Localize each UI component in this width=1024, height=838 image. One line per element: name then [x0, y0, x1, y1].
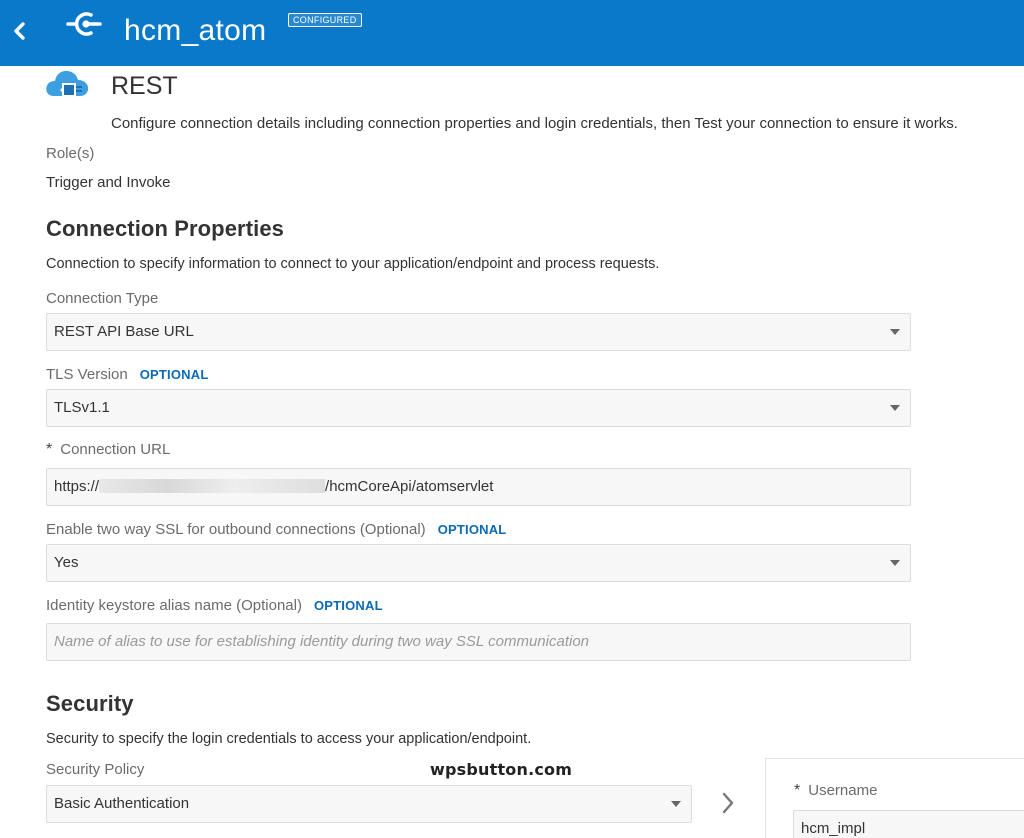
- adapter-description: Configure connection details including c…: [111, 115, 958, 132]
- keystore-alias-input[interactable]: Name of alias to use for establishing id…: [46, 623, 911, 661]
- connection-url-label-text: Connection URL: [60, 441, 171, 458]
- tls-version-label-text: TLS Version: [46, 366, 128, 383]
- connection-type-label: Connection Type: [46, 290, 159, 307]
- cloud-rest-icon: [44, 66, 92, 102]
- connection-type-value: REST API Base URL: [54, 323, 194, 340]
- optional-tag: OPTIONAL: [313, 598, 383, 613]
- connection-properties-description: Connection to specify information to con…: [46, 256, 660, 272]
- dropdown-caret-icon: [671, 801, 681, 807]
- chevron-right-icon[interactable]: [718, 790, 738, 816]
- adapter-name: REST: [111, 72, 178, 100]
- dropdown-caret-icon: [890, 329, 900, 335]
- two-way-ssl-label: Enable two way SSL for outbound connecti…: [46, 521, 506, 538]
- connection-url-input[interactable]: https:// /hcmCoreApi/atomservlet: [46, 468, 911, 506]
- connection-type-select[interactable]: REST API Base URL: [46, 313, 911, 351]
- connection-plug-icon: [66, 8, 106, 40]
- optional-tag: OPTIONAL: [139, 367, 209, 382]
- credentials-panel: * Username hcm_impl: [765, 758, 1024, 838]
- required-asterisk: *: [46, 441, 53, 458]
- tls-version-select[interactable]: TLSv1.1: [46, 389, 911, 427]
- dropdown-caret-icon: [890, 560, 900, 566]
- dropdown-caret-icon: [890, 405, 900, 411]
- two-way-ssl-label-text: Enable two way SSL for outbound connecti…: [46, 521, 426, 538]
- username-label: * Username: [794, 782, 877, 800]
- security-description: Security to specify the login credential…: [46, 731, 532, 747]
- connection-properties-heading: Connection Properties: [46, 216, 285, 241]
- back-chevron-icon[interactable]: [8, 16, 32, 46]
- two-way-ssl-select[interactable]: Yes: [46, 544, 911, 582]
- top-header-bar: hcm_atom CONFIGURED: [0, 0, 1024, 66]
- optional-tag: OPTIONAL: [437, 522, 507, 537]
- watermark-text: wpsbutton.com: [430, 760, 573, 779]
- required-asterisk: *: [794, 782, 801, 799]
- username-input[interactable]: hcm_impl: [793, 810, 1024, 838]
- connection-url-suffix: /hcmCoreApi/atomservlet: [325, 478, 494, 495]
- security-policy-label: Security Policy: [46, 761, 145, 778]
- roles-label: Role(s): [46, 145, 95, 162]
- connection-url-prefix: https://: [54, 478, 100, 495]
- two-way-ssl-value: Yes: [54, 554, 79, 571]
- security-policy-select[interactable]: Basic Authentication: [46, 785, 692, 823]
- keystore-alias-label-text: Identity keystore alias name (Optional): [46, 597, 302, 614]
- security-policy-value: Basic Authentication: [54, 795, 190, 812]
- tls-version-label: TLS Version OPTIONAL: [46, 366, 208, 383]
- security-heading: Security: [46, 691, 134, 716]
- connection-url-label: * Connection URL: [46, 441, 170, 459]
- redacted-host-blur: [99, 478, 326, 493]
- username-label-text: Username: [808, 782, 878, 799]
- roles-value: Trigger and Invoke: [46, 174, 171, 191]
- keystore-alias-label: Identity keystore alias name (Optional) O…: [46, 597, 383, 614]
- status-badge: CONFIGURED: [288, 13, 362, 27]
- tls-version-value: TLSv1.1: [54, 399, 110, 416]
- connection-title: hcm_atom: [124, 14, 267, 47]
